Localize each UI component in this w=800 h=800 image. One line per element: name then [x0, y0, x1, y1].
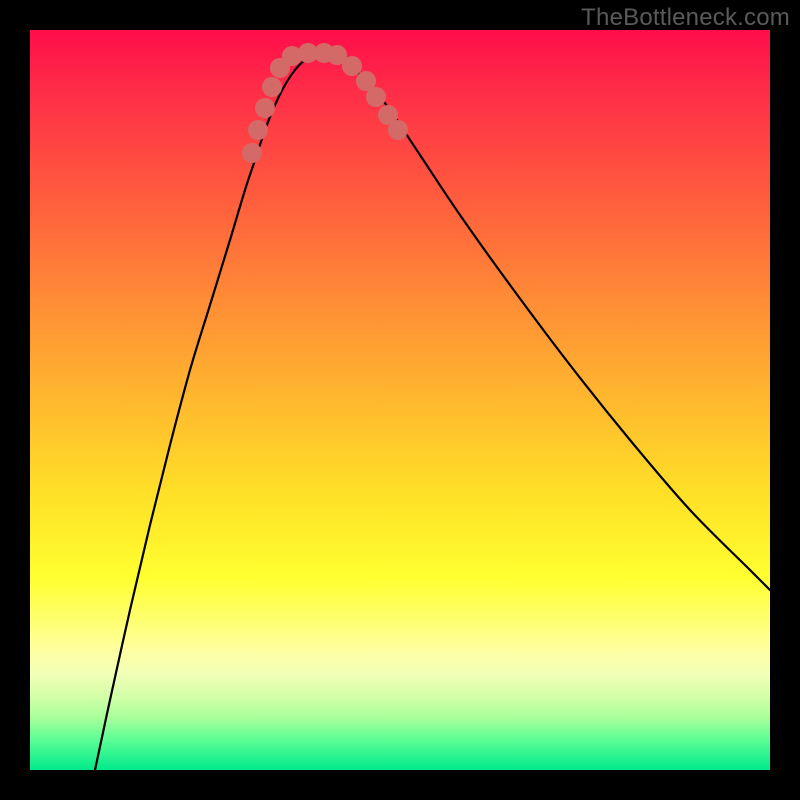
curve-marker: [248, 120, 268, 140]
curve-markers-group: [242, 43, 408, 163]
curve-marker: [262, 77, 282, 97]
curve-marker: [366, 87, 386, 107]
chart-frame: TheBottleneck.com: [0, 0, 800, 800]
curve-group: [95, 53, 770, 770]
curve-marker: [388, 120, 408, 140]
curve-marker: [242, 143, 262, 163]
bottleneck-curve-line: [95, 53, 770, 770]
watermark-text: TheBottleneck.com: [581, 4, 790, 32]
curve-marker: [255, 98, 275, 118]
curve-marker: [342, 56, 362, 76]
plot-area: [30, 30, 770, 770]
bottleneck-curve-svg: [30, 30, 770, 770]
